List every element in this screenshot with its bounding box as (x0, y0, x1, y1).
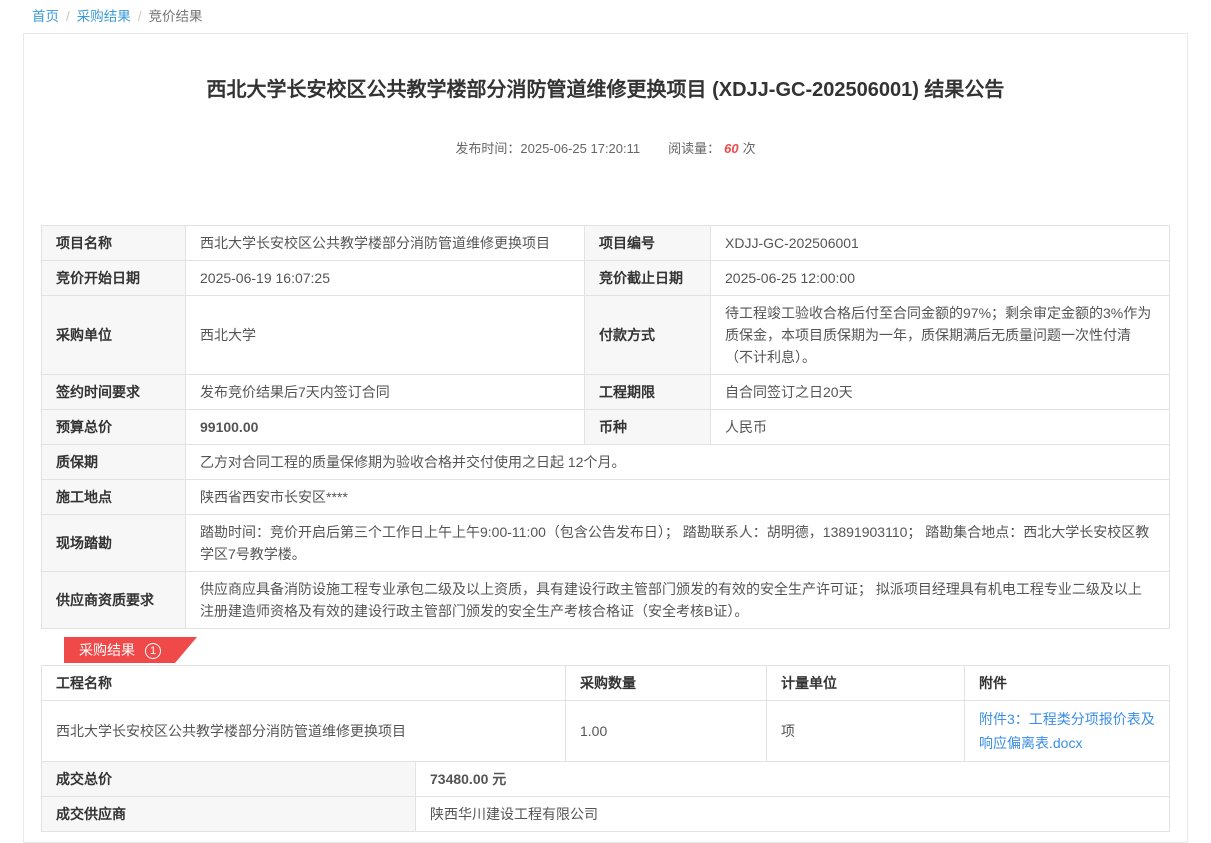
table-row: 项目名称 西北大学长安校区公共教学楼部分消防管道维修更换项目 项目编号 XDJJ… (42, 226, 1170, 261)
breadcrumb: 首页 / 采购结果 / 竞价结果 (0, 0, 1211, 25)
bid-end-value: 2025-06-25 12:00:00 (711, 261, 1170, 296)
breadcrumb-home-link[interactable]: 首页 (32, 9, 59, 24)
table-row: 签约时间要求 发布竞价结果后7天内签订合同 工程期限 自合同签订之日20天 (42, 375, 1170, 410)
currency-value: 人民币 (711, 410, 1170, 445)
col-header-attachment: 附件 (965, 666, 1170, 701)
purchaser-label: 采购单位 (42, 296, 186, 375)
col-header-quantity: 采购数量 (566, 666, 767, 701)
currency-label: 币种 (585, 410, 711, 445)
warranty-label: 质保期 (42, 445, 186, 480)
deal-summary-table: 成交总价 73480.00 元 成交供应商 陕西华川建设工程有限公司 (41, 761, 1170, 832)
duration-label: 工程期限 (585, 375, 711, 410)
warranty-value: 乙方对合同工程的质量保修期为验收合格并交付使用之日起 12个月。 (186, 445, 1170, 480)
page-title: 西北大学长安校区公共教学楼部分消防管道维修更换项目 (XDJJ-GC-20250… (84, 76, 1127, 104)
table-row: 成交供应商 陕西华川建设工程有限公司 (42, 797, 1170, 832)
sign-time-label: 签约时间要求 (42, 375, 186, 410)
sign-time-value: 发布竞价结果后7天内签订合同 (186, 375, 585, 410)
deal-total-label: 成交总价 (42, 762, 416, 797)
col-header-project-name: 工程名称 (42, 666, 566, 701)
table-row: 施工地点 陕西省西安市长安区**** (42, 480, 1170, 515)
location-label: 施工地点 (42, 480, 186, 515)
deal-supplier-label: 成交供应商 (42, 797, 416, 832)
publish-time-label: 发布时间： (455, 141, 520, 156)
table-header-row: 工程名称 采购数量 计量单位 附件 (42, 666, 1170, 701)
publish-meta: 发布时间：2025-06-25 17:20:11 阅读量： 60 次 (24, 138, 1187, 157)
views-unit: 次 (743, 141, 756, 156)
announcement-card: 西北大学长安校区公共教学楼部分消防管道维修更换项目 (XDJJ-GC-20250… (23, 33, 1188, 843)
publish-time-value: 2025-06-25 17:20:11 (520, 141, 640, 156)
breadcrumb-purchase-results-link[interactable]: 采购结果 (77, 9, 131, 24)
result-project-name: 西北大学长安校区公共教学楼部分消防管道维修更换项目 (42, 701, 566, 762)
project-code-label: 项目编号 (585, 226, 711, 261)
bid-end-label: 竞价截止日期 (585, 261, 711, 296)
site-visit-value: 踏勘时间：竞价开启后第三个工作日上午上午9:00-11:00（包含公告发布日）；… (186, 515, 1170, 572)
table-row: 成交总价 73480.00 元 (42, 762, 1170, 797)
location-value: 陕西省西安市长安区**** (186, 480, 1170, 515)
table-row: 竞价开始日期 2025-06-19 16:07:25 竞价截止日期 2025-0… (42, 261, 1170, 296)
views-count: 60 (724, 141, 738, 156)
table-row: 现场踏勘 踏勘时间：竞价开启后第三个工作日上午上午9:00-11:00（包含公告… (42, 515, 1170, 572)
qualification-value: 供应商应具备消防设施工程专业承包二级及以上资质，具有建设行政主管部门颁发的有效的… (186, 572, 1170, 629)
breadcrumb-separator: / (66, 9, 70, 24)
result-badge: 采购结果 1 (64, 637, 197, 663)
bid-start-label: 竞价开始日期 (42, 261, 186, 296)
duration-value: 自合同签订之日20天 (711, 375, 1170, 410)
qualification-label: 供应商资质要求 (42, 572, 186, 629)
table-row: 西北大学长安校区公共教学楼部分消防管道维修更换项目 1.00 项 附件3：工程类… (42, 701, 1170, 762)
views-label: 阅读量： (668, 141, 720, 156)
budget-label: 预算总价 (42, 410, 186, 445)
project-name-value: 西北大学长安校区公共教学楼部分消防管道维修更换项目 (186, 226, 585, 261)
table-row: 质保期 乙方对合同工程的质量保修期为验收合格并交付使用之日起 12个月。 (42, 445, 1170, 480)
deal-total-value: 73480.00 元 (416, 762, 1170, 797)
col-header-unit: 计量单位 (767, 666, 965, 701)
result-unit: 项 (767, 701, 965, 762)
table-row: 预算总价 99100.00 币种 人民币 (42, 410, 1170, 445)
result-quantity: 1.00 (566, 701, 767, 762)
table-row: 供应商资质要求 供应商应具备消防设施工程专业承包二级及以上资质，具有建设行政主管… (42, 572, 1170, 629)
attachment-link[interactable]: 附件3：工程类分项报价表及响应偏离表.docx (979, 711, 1155, 751)
payment-value: 待工程竣工验收合格后付至合同金额的97%；剩余审定金额的3%作为质保金，本项目质… (711, 296, 1170, 375)
result-section-header: 采购结果 1 (64, 637, 1187, 663)
breadcrumb-separator: / (138, 9, 142, 24)
table-row: 采购单位 西北大学 付款方式 待工程竣工验收合格后付至合同金额的97%；剩余审定… (42, 296, 1170, 375)
budget-value: 99100.00 (186, 410, 585, 445)
project-details-table: 项目名称 西北大学长安校区公共教学楼部分消防管道维修更换项目 项目编号 XDJJ… (41, 225, 1170, 629)
site-visit-label: 现场踏勘 (42, 515, 186, 572)
result-badge-number: 1 (145, 643, 161, 659)
breadcrumb-current: 竞价结果 (149, 9, 203, 24)
project-name-label: 项目名称 (42, 226, 186, 261)
deal-supplier-value: 陕西华川建设工程有限公司 (416, 797, 1170, 832)
result-table: 工程名称 采购数量 计量单位 附件 西北大学长安校区公共教学楼部分消防管道维修更… (41, 665, 1170, 762)
payment-label: 付款方式 (585, 296, 711, 375)
purchaser-value: 西北大学 (186, 296, 585, 375)
bid-start-value: 2025-06-19 16:07:25 (186, 261, 585, 296)
result-badge-label: 采购结果 (79, 642, 135, 658)
project-code-value: XDJJ-GC-202506001 (711, 226, 1170, 261)
